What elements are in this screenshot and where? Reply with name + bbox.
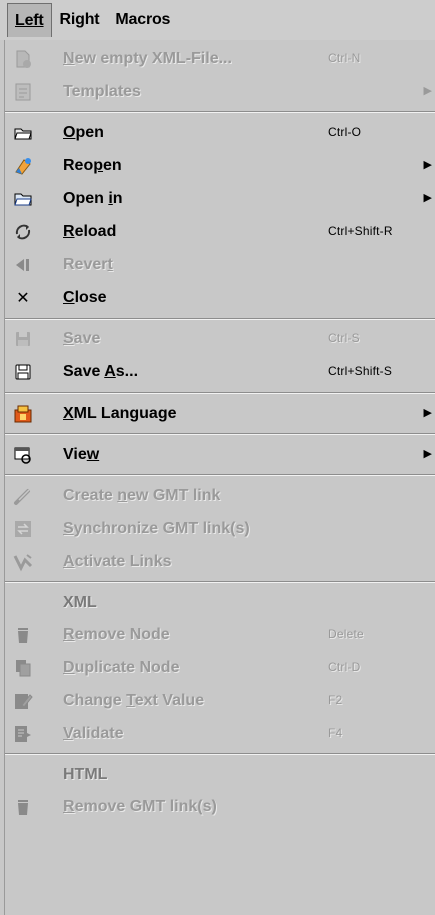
menu-separator xyxy=(5,111,435,113)
section-header-html: HTML xyxy=(5,758,435,791)
menu-item-label: Duplicate Node xyxy=(63,659,180,676)
menu-right-label: Right xyxy=(59,11,100,28)
menu-item-create-gmt-link[interactable]: Create new GMT link xyxy=(5,479,435,512)
left-menu-popup: New empty XML-File... Ctrl-N Templates ▶… xyxy=(4,40,435,915)
menu-macros-label: Macros xyxy=(115,11,171,28)
menu-item-label: View xyxy=(63,446,100,463)
menu-item-validate[interactable]: Validate F4 xyxy=(5,717,435,750)
menu-item-label: Close xyxy=(63,289,107,306)
menu-right[interactable]: Right xyxy=(52,4,108,36)
shortcut-label: Ctrl+Shift-S xyxy=(328,364,393,378)
validate-icon xyxy=(13,724,33,744)
shortcut-label: F2 xyxy=(328,693,343,707)
menu-item-label: Revert xyxy=(63,256,113,273)
new-file-icon xyxy=(13,49,33,69)
menu-item-open[interactable]: Open Ctrl-O xyxy=(5,116,435,149)
menu-item-label: Synchronize GMT link(s) xyxy=(63,520,250,537)
menu-left[interactable]: Left xyxy=(7,3,52,37)
shortcut-label: Delete xyxy=(328,627,364,641)
xml-language-icon xyxy=(13,404,33,424)
menu-item-label: Change Text Value xyxy=(63,692,205,709)
trash-icon xyxy=(13,797,33,817)
close-icon: ✕ xyxy=(16,290,30,307)
save-disk-icon xyxy=(13,329,33,349)
menu-item-label: Save xyxy=(63,330,101,347)
shortcut-label: F4 xyxy=(328,726,343,740)
menu-item-label: XML Language xyxy=(63,405,177,422)
menu-item-label: Remove GMT link(s) xyxy=(63,798,217,815)
menu-item-label: Validate xyxy=(63,725,124,742)
save-as-disk-icon xyxy=(13,362,33,382)
menu-item-reload[interactable]: Reload Ctrl+Shift-R xyxy=(5,215,435,248)
menu-item-view[interactable]: View ▶ xyxy=(5,438,435,471)
shortcut-label: Ctrl-O xyxy=(328,125,362,139)
menu-separator xyxy=(5,392,435,394)
menu-item-revert[interactable]: Revert xyxy=(5,248,435,281)
shortcut-label: Ctrl-N xyxy=(328,51,361,65)
menu-item-reopen[interactable]: Reopen ▶ xyxy=(5,149,435,182)
submenu-arrow-icon: ▶ xyxy=(423,85,432,97)
section-header-xml: XML xyxy=(5,586,435,619)
open-folder-icon xyxy=(13,123,33,143)
menu-item-label: Reload xyxy=(63,223,117,240)
menu-item-remove-node[interactable]: Remove Node Delete xyxy=(5,618,435,651)
menu-item-activate-links[interactable]: Activate Links xyxy=(5,545,435,578)
menu-left-mnemonic: Left xyxy=(15,11,44,29)
edit-text-icon xyxy=(13,691,33,711)
menu-item-synchronize-gmt-links[interactable]: Synchronize GMT link(s) xyxy=(5,512,435,545)
menu-item-xml-language[interactable]: XML Language ▶ xyxy=(5,397,435,430)
menu-item-label: New empty XML-File... xyxy=(63,50,232,67)
submenu-arrow-icon: ▶ xyxy=(423,159,432,171)
link-icon xyxy=(13,486,33,506)
revert-icon xyxy=(13,255,33,275)
activate-links-icon xyxy=(13,552,33,572)
menu-item-save-as[interactable]: Save As... Ctrl+Shift-S xyxy=(5,355,435,388)
submenu-arrow-icon: ▶ xyxy=(423,448,432,460)
templates-icon xyxy=(13,82,33,102)
section-header-label: HTML xyxy=(63,766,108,783)
submenu-arrow-icon: ▶ xyxy=(423,192,432,204)
menu-item-duplicate-node[interactable]: Duplicate Node Ctrl-D xyxy=(5,651,435,684)
menu-item-open-in[interactable]: Open in ▶ xyxy=(5,182,435,215)
shortcut-label: Ctrl-D xyxy=(328,660,361,674)
shortcut-label: Ctrl+Shift-R xyxy=(328,224,393,238)
menu-item-remove-gmt-links[interactable]: Remove GMT link(s) xyxy=(5,790,435,823)
menu-item-label: Remove Node xyxy=(63,626,170,643)
menu-separator xyxy=(5,581,435,583)
duplicate-icon xyxy=(13,658,33,678)
menu-item-label: Save As... xyxy=(63,363,139,380)
submenu-arrow-icon: ▶ xyxy=(423,407,432,419)
menu-item-change-text-value[interactable]: Change Text Value F2 xyxy=(5,684,435,717)
menu-bar: Left Right Macros xyxy=(0,0,435,40)
menu-item-templates[interactable]: Templates ▶ xyxy=(5,75,435,108)
view-window-icon xyxy=(13,445,33,465)
menu-separator xyxy=(5,433,435,435)
menu-separator xyxy=(5,753,435,755)
menu-item-save[interactable]: Save Ctrl-S xyxy=(5,322,435,355)
trash-icon xyxy=(13,625,33,645)
menu-item-new-xml-file[interactable]: New empty XML-File... Ctrl-N xyxy=(5,42,435,75)
reopen-icon xyxy=(13,156,33,176)
menu-item-label: Open xyxy=(63,124,104,141)
menu-item-label: Templates xyxy=(63,83,141,100)
synchronize-icon xyxy=(13,519,33,539)
menu-macros[interactable]: Macros xyxy=(107,4,178,36)
shortcut-label: Ctrl-S xyxy=(328,331,360,345)
menu-item-label: Activate Links xyxy=(63,553,172,570)
menu-separator xyxy=(5,474,435,476)
reload-icon xyxy=(13,222,33,242)
menu-item-label: Open in xyxy=(63,190,123,207)
open-in-folder-icon xyxy=(13,189,33,209)
menu-separator xyxy=(5,318,435,320)
menu-item-label: Reopen xyxy=(63,157,122,174)
section-header-label: XML xyxy=(63,594,97,611)
menu-item-label: Create new GMT link xyxy=(63,487,221,504)
menu-item-close[interactable]: ✕ Close xyxy=(5,281,435,314)
